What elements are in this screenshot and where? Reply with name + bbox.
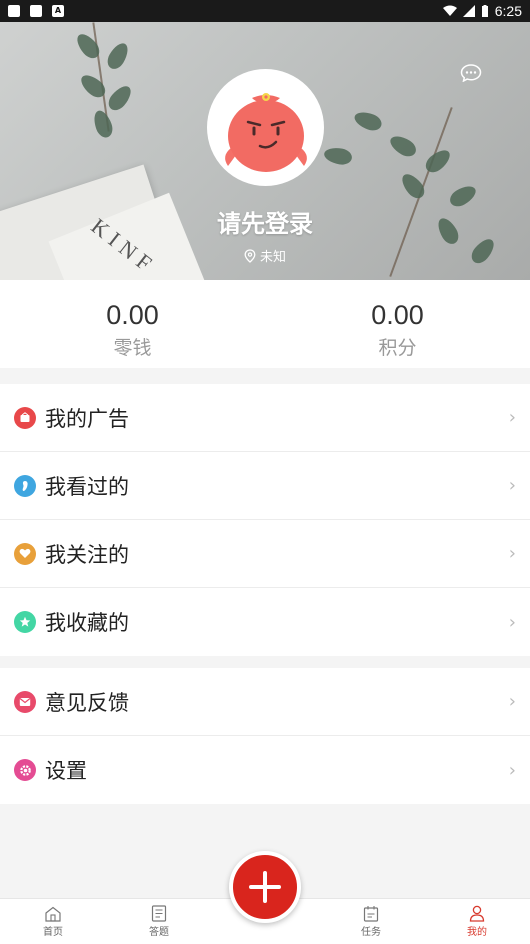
star-icon [14, 611, 36, 633]
balance-label: 零钱 [113, 337, 152, 359]
home-icon [45, 906, 61, 922]
menu-item-label: 我的广告 [45, 406, 129, 431]
avatar-mascot-icon [224, 92, 307, 172]
points-label: 积分 [378, 337, 417, 359]
menu-item-following[interactable]: 我关注的 › [0, 520, 530, 588]
notification-icon [8, 5, 20, 17]
notification-icon [30, 5, 42, 17]
tab-mine[interactable]: 我的 [424, 899, 530, 944]
tab-label: 任务 [361, 927, 381, 938]
quiz-icon [151, 905, 167, 922]
avatar[interactable] [207, 69, 324, 186]
add-button[interactable] [229, 851, 301, 923]
menu-item-label: 我关注的 [45, 542, 129, 567]
tab-tasks[interactable]: 任务 [318, 899, 424, 944]
chevron-right-icon: › [508, 611, 516, 633]
user-icon [469, 905, 485, 922]
chevron-right-icon: › [508, 407, 516, 428]
menu-item-label: 意见反馈 [45, 690, 129, 715]
signal-icon [462, 5, 475, 17]
menu-item-my-ads[interactable]: 我的广告 › [0, 384, 530, 452]
menu-item-feedback[interactable]: 意见反馈 › [0, 668, 530, 736]
status-bar: A 6:25 [0, 0, 530, 22]
location: 未知 [0, 246, 530, 265]
chevron-right-icon: › [508, 759, 516, 781]
menu-group-system: 意见反馈 › 设置 › [0, 668, 530, 804]
menu-group-activity: 我的广告 › 我看过的 › 我关注的 › 我收藏的 › [0, 384, 530, 656]
location-pin-icon [244, 248, 256, 263]
chevron-right-icon: › [508, 543, 516, 564]
tab-quiz[interactable]: 答题 [106, 899, 212, 944]
menu-item-label: 我看过的 [45, 474, 129, 499]
gear-icon [14, 759, 36, 781]
menu-item-settings[interactable]: 设置 › [0, 736, 530, 804]
menu-item-favorites[interactable]: 我收藏的 › [0, 588, 530, 656]
tab-label: 答题 [149, 927, 169, 938]
points-value: 0.00 [371, 300, 424, 330]
battery-icon [481, 4, 488, 17]
footprint-icon [14, 474, 36, 497]
location-text: 未知 [259, 250, 286, 265]
tab-label: 首页 [43, 926, 63, 938]
profile-header: KINF 请先登录 未知 [0, 22, 530, 280]
tab-home[interactable]: 首页 [0, 899, 106, 944]
menu-item-label: 设置 [45, 759, 87, 783]
mail-icon [14, 690, 36, 713]
menu-item-label: 我收藏的 [45, 611, 129, 635]
menu-item-history[interactable]: 我看过的 › [0, 452, 530, 520]
plus-icon [249, 871, 281, 903]
task-icon [363, 906, 379, 922]
message-icon[interactable] [460, 64, 482, 82]
balance-value: 0.00 [106, 300, 159, 330]
chevron-right-icon: › [508, 691, 516, 712]
clock: 6:25 [494, 3, 522, 19]
points-stat[interactable]: 0.00 积分 [265, 280, 530, 368]
wallet-stats: 0.00 零钱 0.00 积分 [0, 280, 530, 368]
ad-icon [14, 406, 36, 429]
login-prompt[interactable]: 请先登录 [0, 204, 530, 239]
tab-label: 我的 [467, 927, 487, 938]
chevron-right-icon: › [508, 475, 516, 496]
a-notification-icon: A [52, 5, 64, 17]
balance-stat[interactable]: 0.00 零钱 [0, 280, 265, 368]
wifi-icon [442, 5, 457, 16]
heart-icon [14, 542, 36, 565]
